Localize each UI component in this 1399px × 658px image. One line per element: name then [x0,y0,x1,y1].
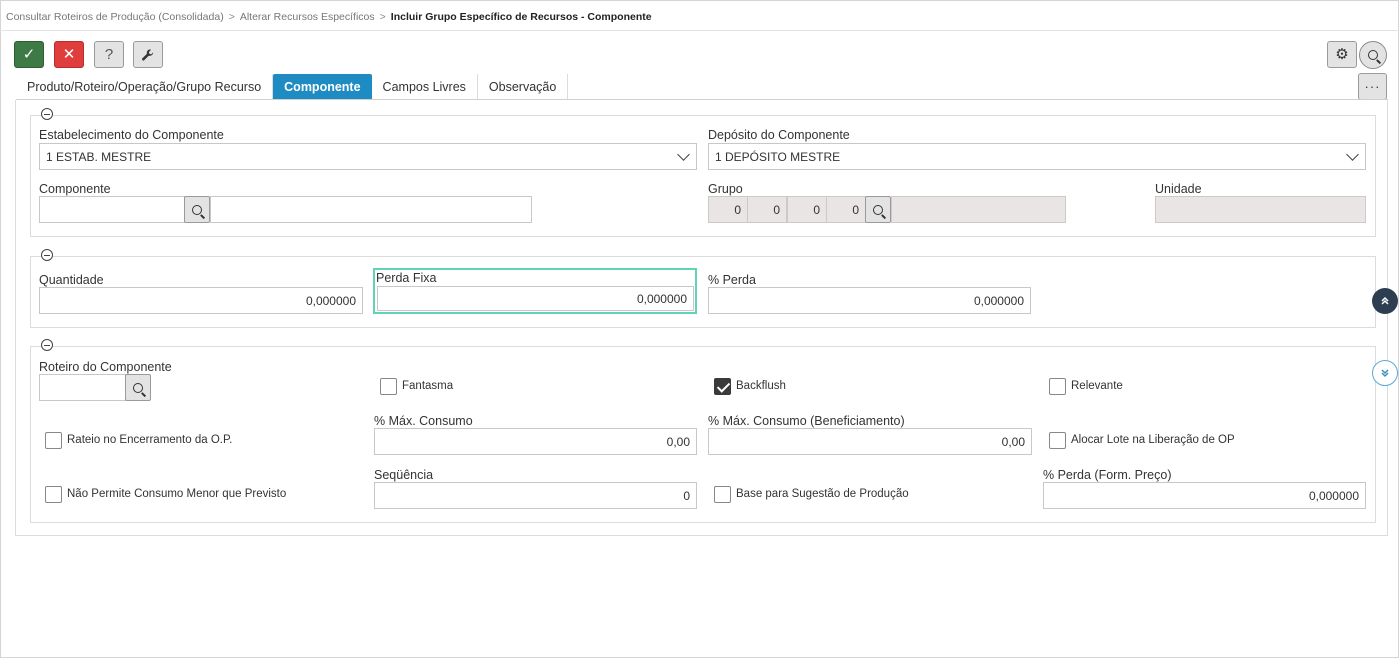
search-icon [133,382,143,393]
quantidade-label: Quantidade [39,273,104,287]
estabelecimento-value: 1 ESTAB. MESTRE [46,149,152,164]
chevron-down-icon [1346,148,1359,161]
max-consumo-label: % Máx. Consumo [374,414,473,428]
gear-icon: ⚙ [1335,46,1349,63]
max-consumo-benef-label: % Máx. Consumo (Beneficiamento) [708,414,905,428]
tab-campos-livres[interactable]: Campos Livres [371,74,478,100]
nao-permite-checkbox[interactable] [45,486,62,503]
more-options-button[interactable]: ··· [1358,73,1387,100]
search-icon [873,204,883,215]
base-sugestao-label: Base para Sugestão de Produção [736,488,909,500]
tab-componente[interactable]: Componente [273,74,372,100]
close-icon: ✕ [62,46,76,63]
componente-code-input[interactable] [39,196,185,223]
collapse-section-2-icon[interactable] [41,249,53,261]
quantidade-input[interactable]: 0,000000 [39,287,363,314]
grupo-field-4: 0 [826,196,866,223]
wrench-icon [142,48,154,61]
perda-form-preco-label: % Perda (Form. Preço) [1043,468,1172,482]
breadcrumb-current: Incluir Grupo Específico de Recursos - C… [390,11,652,23]
breadcrumb-separator: > [228,11,235,23]
grupo-field-1: 0 [708,196,748,223]
search-icon [192,204,202,215]
grupo-field-2: 0 [747,196,787,223]
alocar-lote-checkbox[interactable] [1049,432,1066,449]
breadcrumb-separator: > [379,11,386,23]
double-chevron-up-icon [1381,296,1389,305]
breadcrumb-item-alterar[interactable]: Alterar Recursos Específicos [240,11,375,23]
relevante-checkbox[interactable] [1049,378,1066,395]
check-icon: ✓ [22,46,36,63]
tab-observacao[interactable]: Observação [477,74,569,100]
componente-description-field [210,196,532,223]
grupo-description-field [891,196,1066,223]
ellipsis-icon: ··· [1364,79,1381,94]
max-consumo-input[interactable]: 0,00 [374,428,697,455]
unidade-label: Unidade [1155,182,1202,196]
breadcrumb: Consultar Roteiros de Produção (Consolid… [6,11,652,23]
collapse-section-3-icon[interactable] [41,339,53,351]
componente-search-button[interactable] [184,196,210,223]
base-sugestao-checkbox[interactable] [714,486,731,503]
grupo-field-3: 0 [787,196,827,223]
max-consumo-benef-input[interactable]: 0,00 [708,428,1032,455]
unidade-field [1155,196,1366,223]
scroll-top-button[interactable] [1372,288,1398,314]
perda-form-preco-input[interactable]: 0,000000 [1043,482,1366,509]
backflush-checkbox[interactable] [714,378,731,395]
search-button[interactable] [1359,41,1387,69]
perc-perda-label: % Perda [708,273,756,287]
question-icon: ? [104,46,114,63]
double-chevron-down-icon [1381,369,1389,378]
fantasma-checkbox[interactable] [380,378,397,395]
fantasma-label: Fantasma [402,380,454,392]
deposito-value: 1 DEPÓSITO MESTRE [715,149,841,164]
cancel-button[interactable]: ✕ [54,41,84,68]
alocar-lote-label: Alocar Lote na Liberação de OP [1071,434,1235,446]
search-icon [1368,50,1378,60]
grupo-label: Grupo [708,182,743,196]
relevante-label: Relevante [1071,380,1123,392]
sequencia-input[interactable]: 0 [374,482,697,509]
roteiro-input[interactable] [39,374,126,401]
roteiro-search-button[interactable] [125,374,151,401]
tools-button[interactable] [133,41,163,68]
breadcrumb-divider [0,30,1399,31]
deposito-label: Depósito do Componente [708,128,850,142]
perda-fixa-input[interactable]: 0,000000 [377,286,694,311]
roteiro-label: Roteiro do Componente [39,360,172,374]
confirm-button[interactable]: ✓ [14,41,44,68]
settings-button[interactable]: ⚙ [1327,41,1357,68]
backflush-label: Backflush [736,380,786,392]
tab-bar: Produto/Roteiro/Operação/Grupo Recurso C… [16,74,569,100]
rateio-checkbox[interactable] [45,432,62,449]
sequencia-label: Seqüência [374,468,434,482]
tab-produto-roteiro[interactable]: Produto/Roteiro/Operação/Grupo Recurso [16,74,274,100]
collapse-section-1-icon[interactable] [41,108,53,120]
nao-permite-label: Não Permite Consumo Menor que Previsto [67,488,287,500]
estabelecimento-select[interactable]: 1 ESTAB. MESTRE [39,143,697,170]
deposito-select[interactable]: 1 DEPÓSITO MESTRE [708,143,1366,170]
perc-perda-input[interactable]: 0,000000 [708,287,1031,314]
estabelecimento-label: Estabelecimento do Componente [39,128,224,142]
grupo-search-button[interactable] [865,196,891,223]
rateio-label: Rateio no Encerramento da O.P. [67,434,233,446]
help-button[interactable]: ? [94,41,124,68]
componente-label: Componente [39,182,111,196]
chevron-down-icon [677,148,690,161]
scroll-bottom-button[interactable] [1372,360,1398,386]
breadcrumb-item-consultar[interactable]: Consultar Roteiros de Produção (Consolid… [6,11,224,23]
